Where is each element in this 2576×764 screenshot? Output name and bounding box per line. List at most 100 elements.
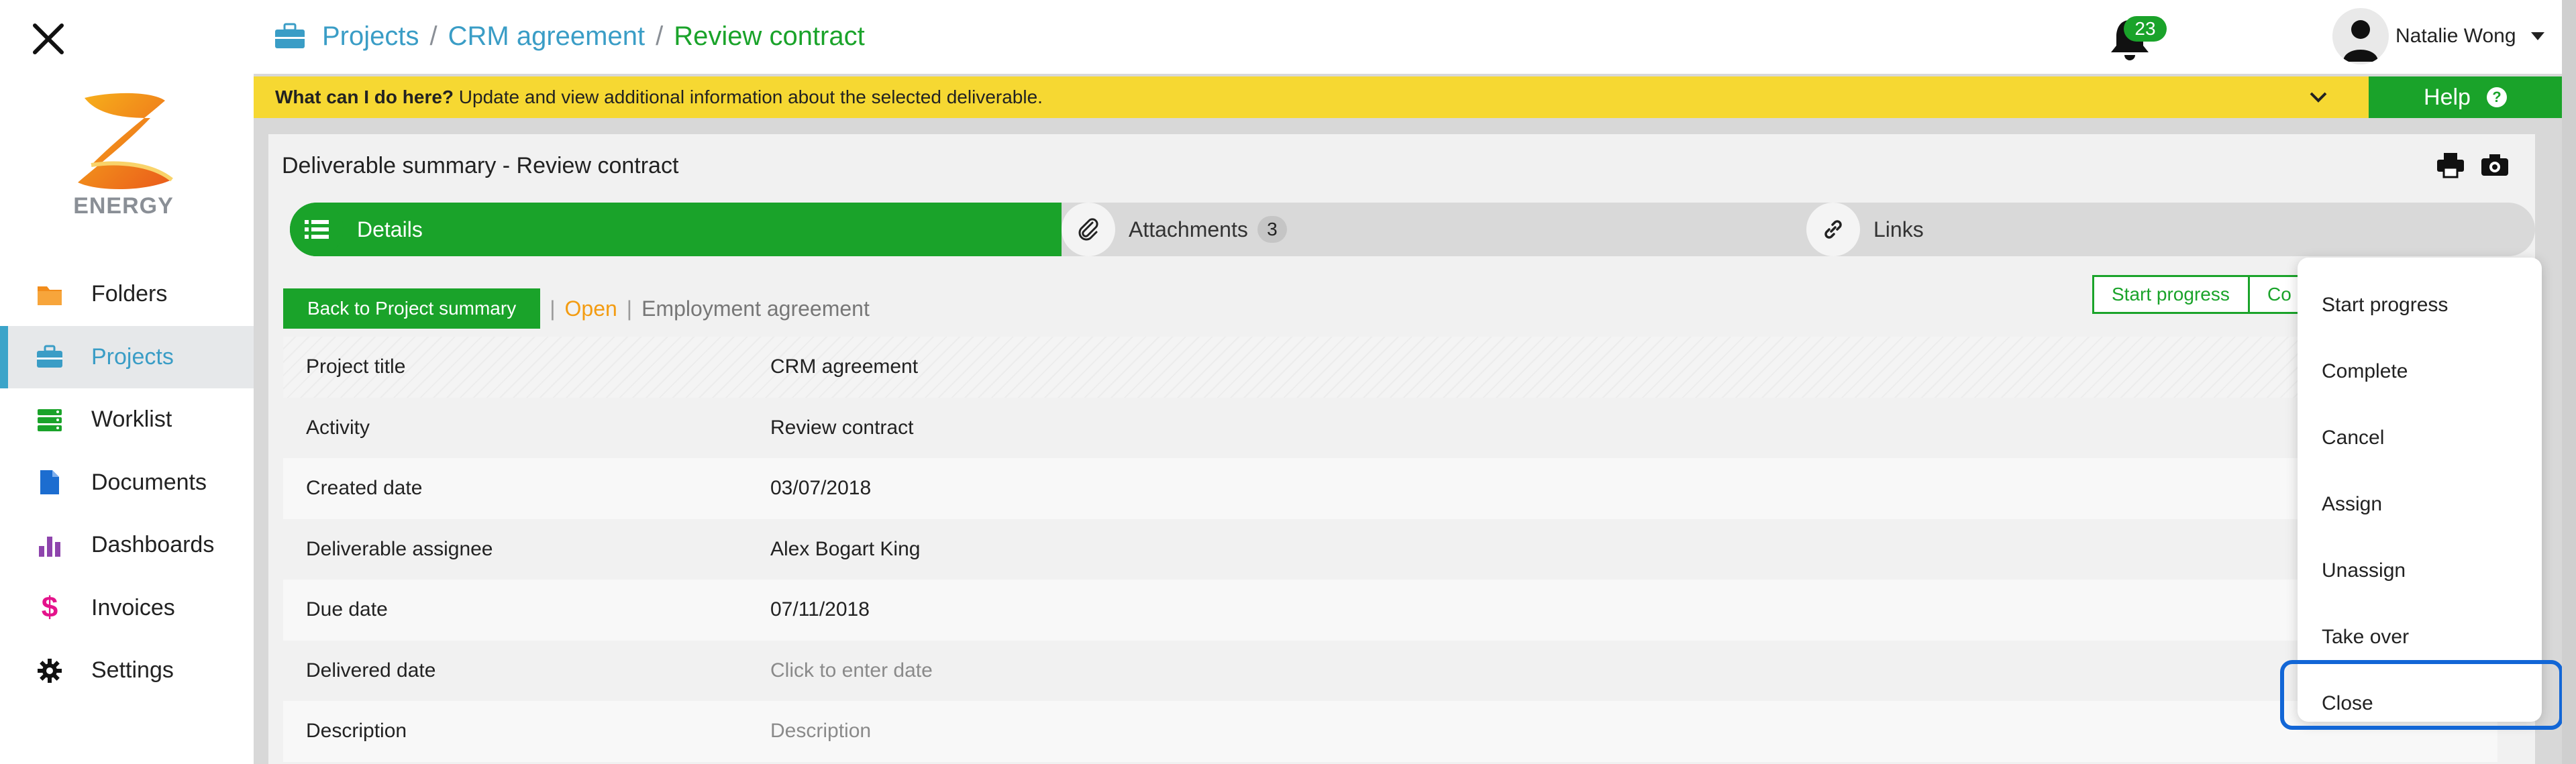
notification-badge: 23	[2124, 16, 2167, 42]
sidebar-item-label: Dashboards	[91, 532, 215, 558]
back-to-project-summary-button[interactable]: Back to Project summary	[283, 288, 541, 329]
tab-links[interactable]: Links	[1806, 203, 2535, 256]
folder-icon	[35, 280, 64, 309]
help-question: What can I do here?	[275, 87, 454, 107]
breadcrumb-crm-agreement[interactable]: CRM agreement	[448, 21, 645, 52]
field-value[interactable]: 07/11/2018	[770, 598, 870, 621]
field-label: Description	[306, 720, 407, 743]
top-bar: Projects / CRM agreement / Review contra…	[254, 0, 2562, 74]
field-label: Created date	[306, 477, 423, 500]
dollar-icon: $	[41, 591, 58, 624]
deliverable-panel: Deliverable summary - Review contract De…	[268, 134, 2535, 764]
sidebar-nav: Folders Projects Worklist Documents Dash…	[0, 263, 254, 702]
breadcrumb-separator: /	[429, 21, 437, 51]
status-badge: Open	[564, 296, 617, 321]
sidebar-item-label: Documents	[91, 469, 207, 495]
sidebar-item-label: Invoices	[91, 594, 175, 620]
logo-text: ENERGY	[73, 193, 174, 219]
field-label: Deliverable assignee	[306, 537, 493, 560]
field-label: Activity	[306, 416, 370, 439]
bar-chart-icon	[35, 531, 64, 560]
field-row-description: Description Description	[283, 701, 2497, 762]
sidebar-item-settings[interactable]: Settings	[0, 639, 254, 702]
field-row-due-date: Due date 07/11/2018	[283, 580, 2497, 641]
field-label: Delivered date	[306, 659, 436, 681]
description-input[interactable]: Description	[770, 720, 871, 743]
help-bar: What can I do here? Update and view addi…	[254, 76, 2562, 118]
chevron-down-icon	[2530, 32, 2544, 40]
sidebar-item-invoices[interactable]: $ Invoices	[0, 577, 254, 640]
avatar	[2332, 8, 2389, 64]
help-button[interactable]: Help ?	[2369, 76, 2562, 118]
camera-icon[interactable]	[2480, 152, 2510, 178]
field-value[interactable]: Alex Bogart King	[770, 538, 920, 561]
close-icon[interactable]	[30, 20, 67, 58]
scrollbar[interactable]	[2562, 0, 2576, 764]
sidebar-item-label: Worklist	[91, 406, 172, 433]
sidebar-item-label: Settings	[91, 657, 174, 684]
tab-label: Links	[1873, 217, 1924, 241]
energy-logo: ENERGY	[64, 91, 183, 219]
tab-label: Attachments	[1129, 217, 1248, 241]
status-dropdown-menu: Start progress Complete Cancel Assign Un…	[2298, 258, 2542, 722]
list-icon	[290, 203, 344, 256]
field-value[interactable]: 03/07/2018	[770, 477, 871, 500]
briefcase-icon	[274, 23, 306, 50]
breadcrumb: Projects / CRM agreement / Review contra…	[274, 17, 865, 55]
breadcrumb-separator: /	[656, 21, 664, 51]
worklist-icon	[35, 405, 64, 435]
help-description: Update and view additional information a…	[454, 87, 1043, 107]
main-area: Projects / CRM agreement / Review contra…	[254, 0, 2562, 764]
highlight-box	[2280, 660, 2563, 730]
document-icon	[35, 468, 64, 497]
sidebar-item-worklist[interactable]: Worklist	[0, 388, 254, 451]
separator: |	[626, 296, 633, 321]
tab-bar: Details Attachments 3 Links	[290, 203, 2535, 256]
menu-item-assign[interactable]: Assign	[2322, 493, 2382, 516]
field-row-deliverable-assignee: Deliverable assignee Alex Bogart King	[283, 519, 2497, 580]
tab-details[interactable]: Details	[290, 203, 1062, 256]
separator: |	[550, 296, 556, 321]
app: ENERGY Folders Projects Worklist Documen…	[0, 0, 2576, 764]
sidebar-item-projects[interactable]: Projects	[0, 325, 254, 388]
print-icon[interactable]	[2436, 152, 2465, 178]
gear-icon	[35, 656, 64, 686]
help-text: What can I do here? Update and view addi…	[275, 76, 1043, 118]
action-row: Back to Project summary | Open | Employm…	[283, 288, 870, 329]
sidebar-item-documents[interactable]: Documents	[0, 451, 254, 514]
briefcase-icon	[35, 342, 64, 372]
attachments-count-badge: 3	[1257, 216, 1287, 243]
tab-attachments[interactable]: Attachments 3	[1062, 203, 1806, 256]
breadcrumb-current: Review contract	[674, 21, 865, 51]
complete-button[interactable]: Co	[2248, 275, 2302, 314]
menu-item-start-progress[interactable]: Start progress	[2322, 294, 2448, 317]
tab-label: Details	[357, 217, 423, 241]
field-value[interactable]: CRM agreement	[770, 356, 918, 378]
user-menu[interactable]: Natalie Wong	[2332, 8, 2544, 64]
start-progress-button[interactable]: Start progress	[2092, 275, 2251, 314]
deliverable-type: Employment agreement	[641, 296, 870, 321]
field-label: Project title	[306, 356, 406, 378]
help-button-label: Help	[2424, 84, 2471, 110]
field-value[interactable]: Review contract	[770, 417, 913, 439]
field-row-activity: Activity Review contract	[283, 398, 2497, 459]
user-name: Natalie Wong	[2395, 25, 2516, 47]
sidebar-item-label: Folders	[91, 281, 168, 307]
menu-item-complete[interactable]: Complete	[2322, 360, 2408, 383]
link-icon	[1806, 203, 1860, 256]
panel-title: Deliverable summary - Review contract	[282, 153, 679, 178]
details-grid: Project title CRM agreement Activity Rev…	[283, 337, 2497, 762]
field-row-delivered-date: Delivered date Click to enter date	[283, 641, 2497, 702]
question-icon: ?	[2486, 87, 2507, 107]
breadcrumb-projects[interactable]: Projects	[322, 21, 419, 52]
menu-item-take-over[interactable]: Take over	[2322, 626, 2409, 649]
field-label: Due date	[306, 598, 388, 621]
menu-item-unassign[interactable]: Unassign	[2322, 559, 2406, 582]
chevron-down-icon[interactable]	[2307, 86, 2330, 109]
menu-item-cancel[interactable]: Cancel	[2322, 427, 2384, 449]
sidebar-item-dashboards[interactable]: Dashboards	[0, 514, 254, 577]
sidebar-item-folders[interactable]: Folders	[0, 263, 254, 326]
field-row-created-date: Created date 03/07/2018	[283, 458, 2497, 519]
paperclip-icon	[1062, 203, 1115, 256]
delivered-date-input[interactable]: Click to enter date	[770, 659, 933, 682]
